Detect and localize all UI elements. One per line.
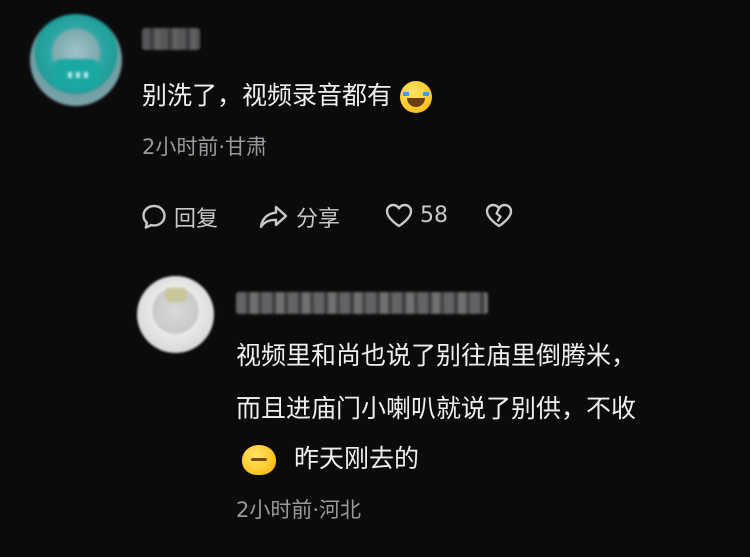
reply-line-1: 视频里和尚也说了别往庙里倒腾米，	[236, 341, 637, 370]
replier-avatar[interactable]	[137, 276, 214, 353]
reply-bubble-icon	[142, 204, 166, 229]
reply-line-3-text: 昨天刚去的	[293, 444, 419, 473]
comment-meta: 2小时前·甘肃	[142, 135, 268, 159]
share-arrow-icon	[259, 205, 288, 228]
reply-button[interactable]: 回复	[140, 201, 218, 233]
laughing-emoji-icon	[399, 81, 432, 113]
reply-line-2: 而且进庙门小喇叭就说了别供，不收	[236, 394, 637, 423]
like-count: 58	[420, 202, 448, 228]
heart-icon	[385, 203, 413, 228]
comment-text: 别洗了，视频录音都有	[142, 80, 432, 113]
commenter-name-blurred[interactable]	[142, 28, 200, 50]
comment-body: 别洗了，视频录音都有	[142, 81, 393, 110]
share-button[interactable]: 分享	[258, 201, 340, 233]
share-label: 分享	[296, 207, 341, 232]
dislike-button[interactable]	[484, 201, 514, 229]
like-button[interactable]: 58	[384, 201, 448, 229]
reply-line-3: 昨天刚去的	[242, 443, 419, 475]
commenter-avatar[interactable]	[30, 14, 122, 106]
broken-heart-icon	[485, 203, 513, 228]
replier-name-blurred[interactable]	[236, 292, 488, 314]
reply-label: 回复	[174, 207, 219, 232]
sweat-emoji-icon	[242, 445, 276, 475]
reply-meta: 2小时前·河北	[236, 498, 362, 522]
